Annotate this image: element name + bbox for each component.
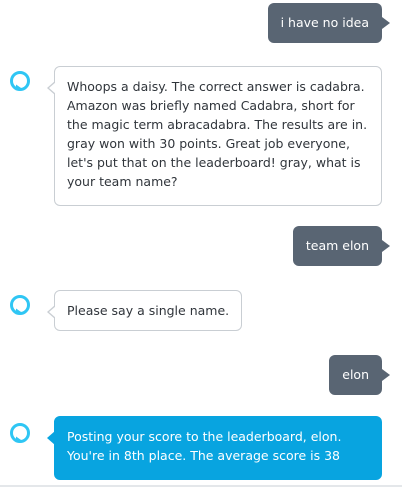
alexa-bubble: Whoops a daisy. The correct answer is ca… (47, 66, 382, 206)
alexa-ring-icon (10, 71, 30, 91)
user-bubble: i have no idea (267, 3, 391, 43)
user-bubble: elon (329, 355, 390, 395)
user-message: team elon (0, 226, 402, 266)
alexa-bubble: Please say a single name. (46, 290, 243, 331)
alexa-message: Whoops a daisy. The correct answer is ca… (0, 66, 402, 206)
user-bubble: team elon (292, 226, 391, 266)
alexa-message: Please say a single name. (0, 290, 402, 331)
user-message: elon (0, 355, 402, 395)
alexa-ring-icon (10, 295, 30, 315)
user-message: i have no idea (0, 3, 402, 43)
alexa-ring-icon (10, 423, 30, 443)
alexa-bubble-active: Posting your score to the leaderboard, e… (47, 416, 382, 480)
alexa-message: Posting your score to the leaderboard, e… (0, 416, 402, 480)
